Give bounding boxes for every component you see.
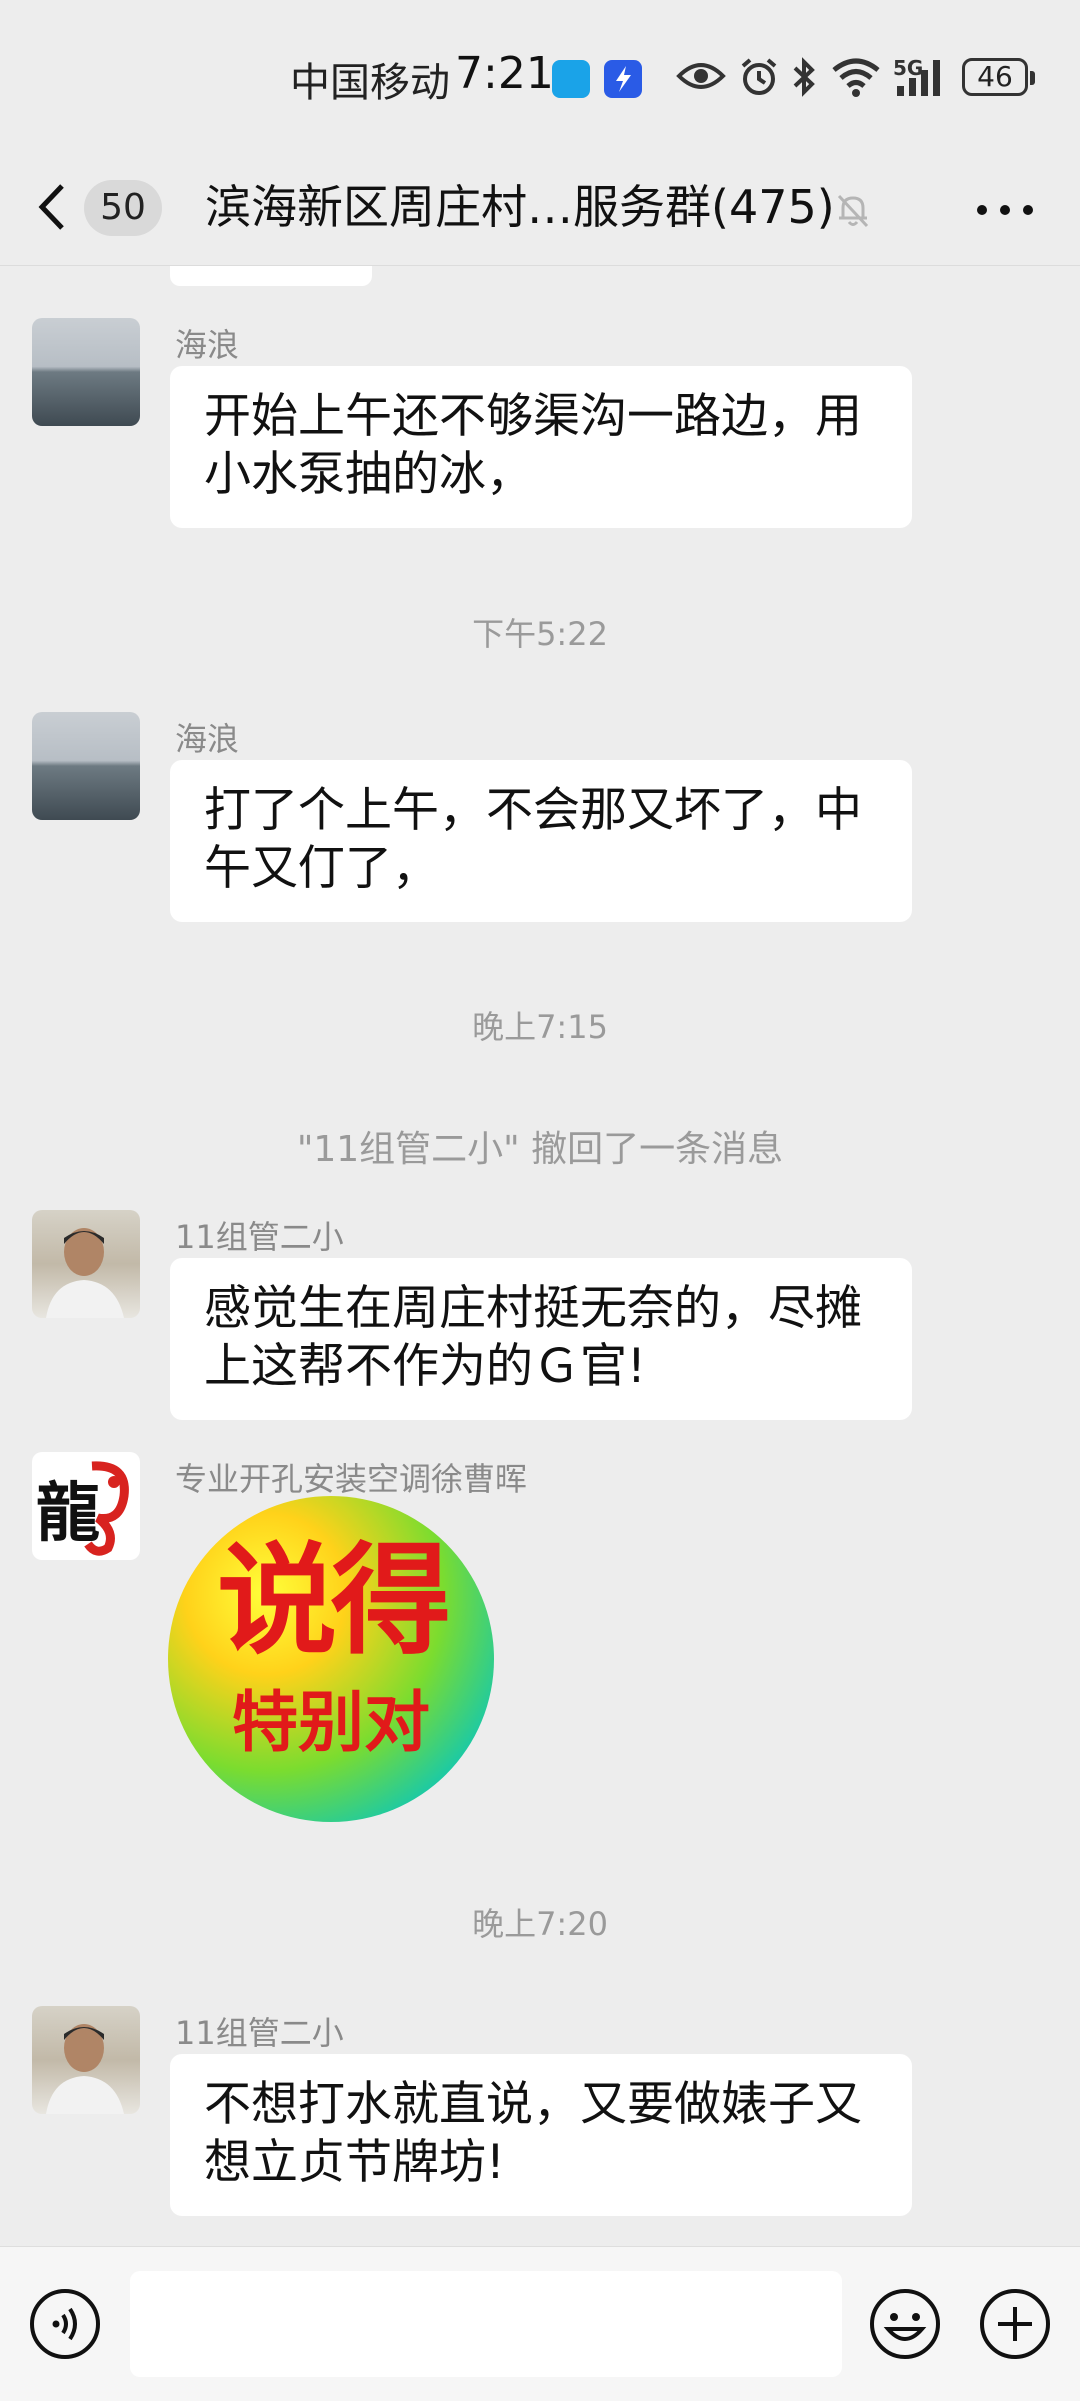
- message-bubble[interactable]: 感觉生在周庄村挺无奈的，尽摊上这帮不作为的Ｇ官!: [170, 1258, 912, 1420]
- sender-name: 11组管二小: [175, 1218, 344, 1256]
- sender-name: 海浪: [175, 326, 240, 364]
- more-icon: [977, 205, 1033, 215]
- carrier-name: 中国移动: [290, 60, 450, 106]
- tplink-app-icon: [552, 60, 590, 98]
- timestamp: 晚上7:15: [472, 1008, 608, 1046]
- timestamp: 下午5:22: [472, 615, 608, 653]
- sticker-text-main: 说得: [217, 1530, 451, 1671]
- unread-count-badge: 50: [84, 180, 162, 236]
- recall-notice: "11组管二小" 撤回了一条消息: [296, 1129, 784, 1170]
- sticker-image[interactable]: 说得 特别对: [168, 1496, 494, 1822]
- avatar[interactable]: [32, 712, 140, 820]
- back-button[interactable]: 50: [30, 172, 170, 242]
- person-photo-icon: [46, 1228, 124, 1318]
- sticker-text-sub: 特别对: [232, 1683, 430, 1761]
- avatar[interactable]: [32, 318, 140, 426]
- avatar[interactable]: 龍: [32, 1452, 140, 1560]
- previous-bubble: [170, 266, 372, 286]
- wifi-icon: [832, 58, 880, 97]
- sender-name: 专业开孔安装空调徐曹晖: [175, 1460, 528, 1498]
- status-bar: 中国移动 7:21 5G 46: [0, 0, 1080, 150]
- status-time: 7:21: [455, 48, 554, 99]
- signal-icon: [897, 60, 940, 96]
- chat-header: 50 滨海新区周庄村…服务群(475): [0, 150, 1080, 266]
- mute-bell-icon: [837, 194, 869, 228]
- more-button[interactable]: [970, 180, 1040, 240]
- emoji-icon[interactable]: [868, 2287, 942, 2361]
- message-input[interactable]: [130, 2271, 842, 2377]
- message-bubble[interactable]: 不想打水就直说，又要做婊子又想立贞节牌坊!: [170, 2054, 912, 2216]
- dragon-icon: [84, 1461, 129, 1556]
- sender-name: 11组管二小: [175, 2014, 344, 2052]
- message-bubble[interactable]: 开始上午还不够渠沟一路边，用小水泵抽的冰，: [170, 366, 912, 528]
- bluetooth-icon: [793, 57, 815, 97]
- timestamp: 晚上7:20: [472, 1905, 608, 1943]
- voice-icon[interactable]: [28, 2287, 102, 2361]
- back-arrow-icon: [38, 184, 64, 230]
- flash-app-icon: [604, 60, 642, 98]
- eye-icon: [676, 63, 726, 89]
- message-list[interactable]: 海浪 开始上午还不够渠沟一路边，用小水泵抽的冰， 下午5:22 海浪 打了个上午…: [0, 266, 1080, 2246]
- battery-indicator: 46: [962, 58, 1035, 96]
- sender-name: 海浪: [175, 720, 240, 758]
- input-bar: [0, 2246, 1080, 2401]
- plus-icon[interactable]: [978, 2287, 1052, 2361]
- message-bubble[interactable]: 打了个上午，不会那又坏了，中午又仃了，: [170, 760, 912, 922]
- alarm-icon: [741, 58, 777, 95]
- avatar[interactable]: [32, 2006, 140, 2114]
- person-photo-icon: [46, 2024, 124, 2114]
- avatar[interactable]: [32, 1210, 140, 1318]
- chat-title[interactable]: 滨海新区周庄村…服务群(475): [205, 172, 835, 242]
